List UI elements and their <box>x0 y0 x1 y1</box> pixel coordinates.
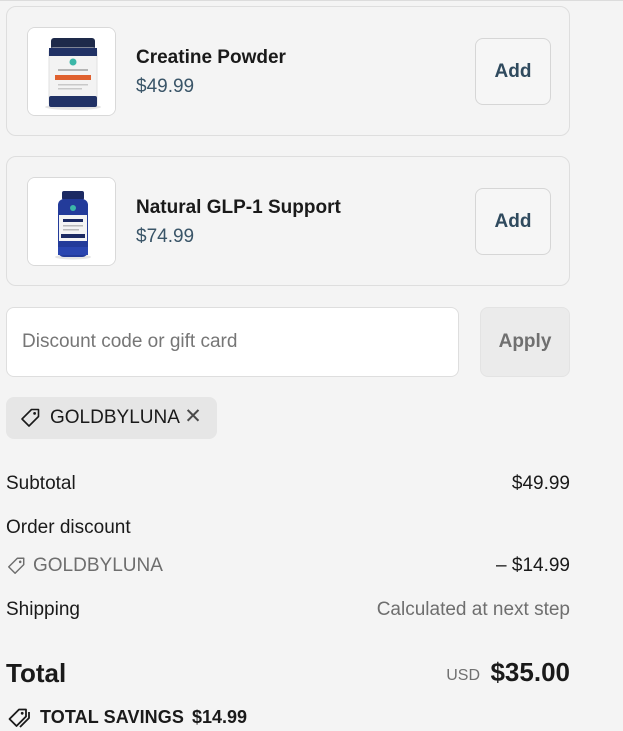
add-glp1-button[interactable]: Add <box>475 188 551 255</box>
order-discount-label: Order discount <box>6 517 131 538</box>
product-price: $49.99 <box>136 76 195 97</box>
top-divider <box>0 0 623 1</box>
apply-discount-button[interactable]: Apply <box>480 307 570 377</box>
product-image-creatine <box>27 27 116 116</box>
product-price: $74.99 <box>136 226 195 247</box>
subtotal-label: Subtotal <box>6 473 76 494</box>
savings-tag-icon <box>6 707 32 731</box>
applied-code-label: GOLDBYLUNA <box>50 407 180 428</box>
product-name: Creatine Powder <box>136 47 286 68</box>
add-creatine-button[interactable]: Add <box>475 38 551 105</box>
upsell-card-creatine: Creatine Powder $49.99 Add <box>6 6 570 136</box>
total-savings-label: TOTAL SAVINGS <box>40 707 184 727</box>
close-icon[interactable]: ✕ <box>182 405 204 429</box>
total-amount: $35.00 <box>490 657 570 687</box>
tag-icon <box>19 407 41 434</box>
shipping-label: Shipping <box>6 599 80 620</box>
discount-code-label: GOLDBYLUNA <box>33 555 163 576</box>
product-name: Natural GLP-1 Support <box>136 197 341 218</box>
shipping-value: Calculated at next step <box>376 599 570 620</box>
applied-discount-chip: GOLDBYLUNA ✕ <box>6 397 217 439</box>
product-image-glp1 <box>27 177 116 266</box>
subtotal-value: $49.99 <box>511 473 570 494</box>
discount-code-input[interactable] <box>6 307 459 377</box>
total-label: Total <box>6 658 67 688</box>
tag-icon <box>6 556 26 581</box>
upsell-card-glp1: Natural GLP-1 Support $74.99 Add <box>6 156 570 286</box>
currency-code: USD <box>446 667 480 684</box>
total-savings-amount: $14.99 <box>192 707 248 727</box>
discount-amount: – $14.99 <box>496 555 570 576</box>
